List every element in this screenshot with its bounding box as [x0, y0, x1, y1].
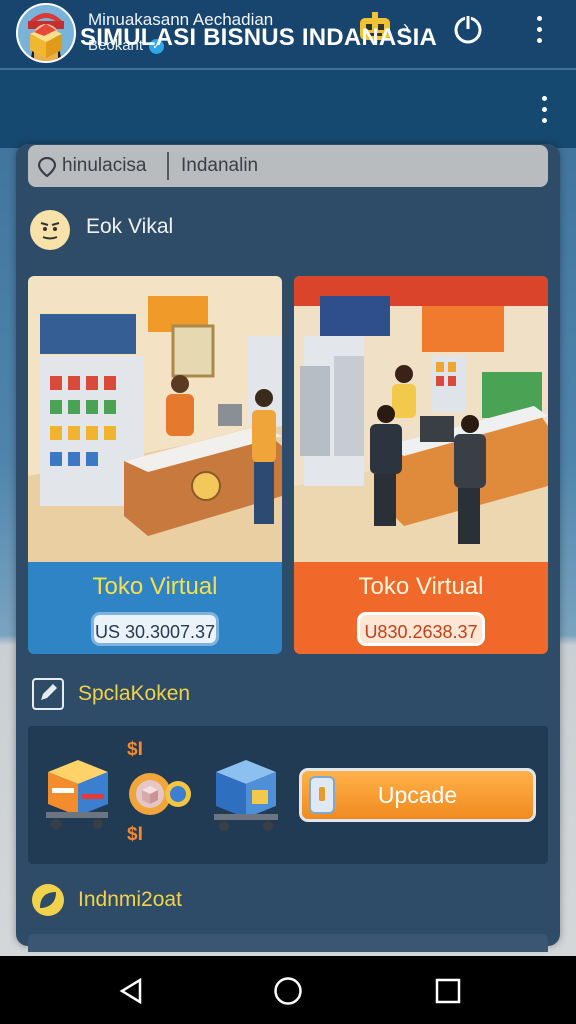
leaf-icon — [32, 884, 64, 916]
title-bar — [0, 70, 576, 148]
featured-section-title: Eok Vikal — [86, 215, 174, 238]
home-icon[interactable] — [273, 976, 303, 1006]
currency-label-bottom: $I — [127, 824, 143, 845]
store-price: US 30.3007.37 — [91, 612, 219, 646]
crate-cart-icon — [44, 754, 112, 830]
power-icon[interactable] — [452, 13, 484, 45]
store-price: U830.2638.37 — [357, 612, 485, 646]
special-section-title: SpclaKoken — [78, 682, 191, 705]
recents-icon[interactable] — [433, 976, 463, 1006]
store-card[interactable]: Toko Virtual U830.2638.37 — [294, 276, 548, 654]
upgrade-button-label: Upcade — [377, 782, 458, 808]
machine-cart-icon — [210, 754, 282, 832]
store-card[interactable]: Toko Virtual US 30.3007.37 — [28, 276, 282, 654]
coin-box-icon — [128, 768, 192, 820]
currency-label-top: $I — [127, 739, 143, 760]
app-menu-icon[interactable] — [537, 16, 543, 46]
title-menu-icon[interactable] — [542, 96, 548, 126]
page-title: SIMULASI BISNUS INDANASIA — [80, 24, 438, 51]
face-icon — [30, 210, 70, 250]
store-illustration — [28, 276, 282, 562]
store-box-icon — [26, 20, 66, 60]
store-name: Toko Virtual — [358, 573, 484, 600]
search-divider — [167, 152, 169, 180]
search-location-input[interactable]: Indanalin — [181, 155, 258, 177]
location-pin-icon — [37, 156, 57, 178]
upgrade-button[interactable]: Upcade — [299, 768, 536, 822]
next-card-preview — [28, 934, 548, 952]
store-name: Toko Virtual — [92, 573, 218, 600]
edit-square-icon — [32, 678, 64, 710]
search-query[interactable]: hinulacisa — [62, 155, 147, 177]
store-illustration — [294, 276, 548, 562]
back-icon[interactable] — [116, 976, 146, 1006]
next-section-title: Indnmi2oat — [78, 888, 182, 911]
